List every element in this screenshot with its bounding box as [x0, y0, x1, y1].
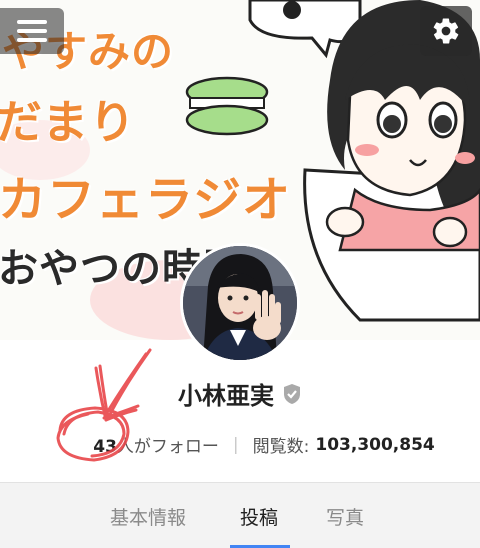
profile-name-row: 小林亜実 [0, 376, 480, 411]
views-value: 103,300,854 [315, 434, 435, 455]
followers-count: 43 [93, 437, 117, 457]
followers-stat[interactable]: 43人がフォロー [93, 432, 219, 457]
avatar-photo [183, 246, 297, 360]
menu-button[interactable] [0, 8, 64, 54]
views-label: 閲覧数: [252, 437, 310, 457]
stats-row: 43人がフォロー | 閲覧数: 103,300,854 [0, 432, 480, 458]
cover-title-line-3: カフェラジオ [0, 172, 292, 228]
verified-check-icon [284, 383, 300, 404]
gear-icon [433, 18, 459, 44]
tab-bar: 基本情報 投稿 写真 [0, 482, 480, 548]
followers-unit: 人がフォロー [116, 437, 219, 457]
avatar[interactable] [180, 243, 300, 363]
tab-about[interactable]: 基本情報 [110, 503, 186, 530]
tab-photos[interactable]: 写真 [326, 503, 364, 530]
settings-button[interactable] [420, 6, 472, 56]
cover-title-line-2: だまり [0, 95, 137, 149]
tab-posts[interactable]: 投稿 [240, 503, 278, 530]
profile-name: 小林亜実 [178, 382, 274, 410]
stats-divider: | [232, 434, 239, 455]
menu-icon [17, 20, 47, 42]
